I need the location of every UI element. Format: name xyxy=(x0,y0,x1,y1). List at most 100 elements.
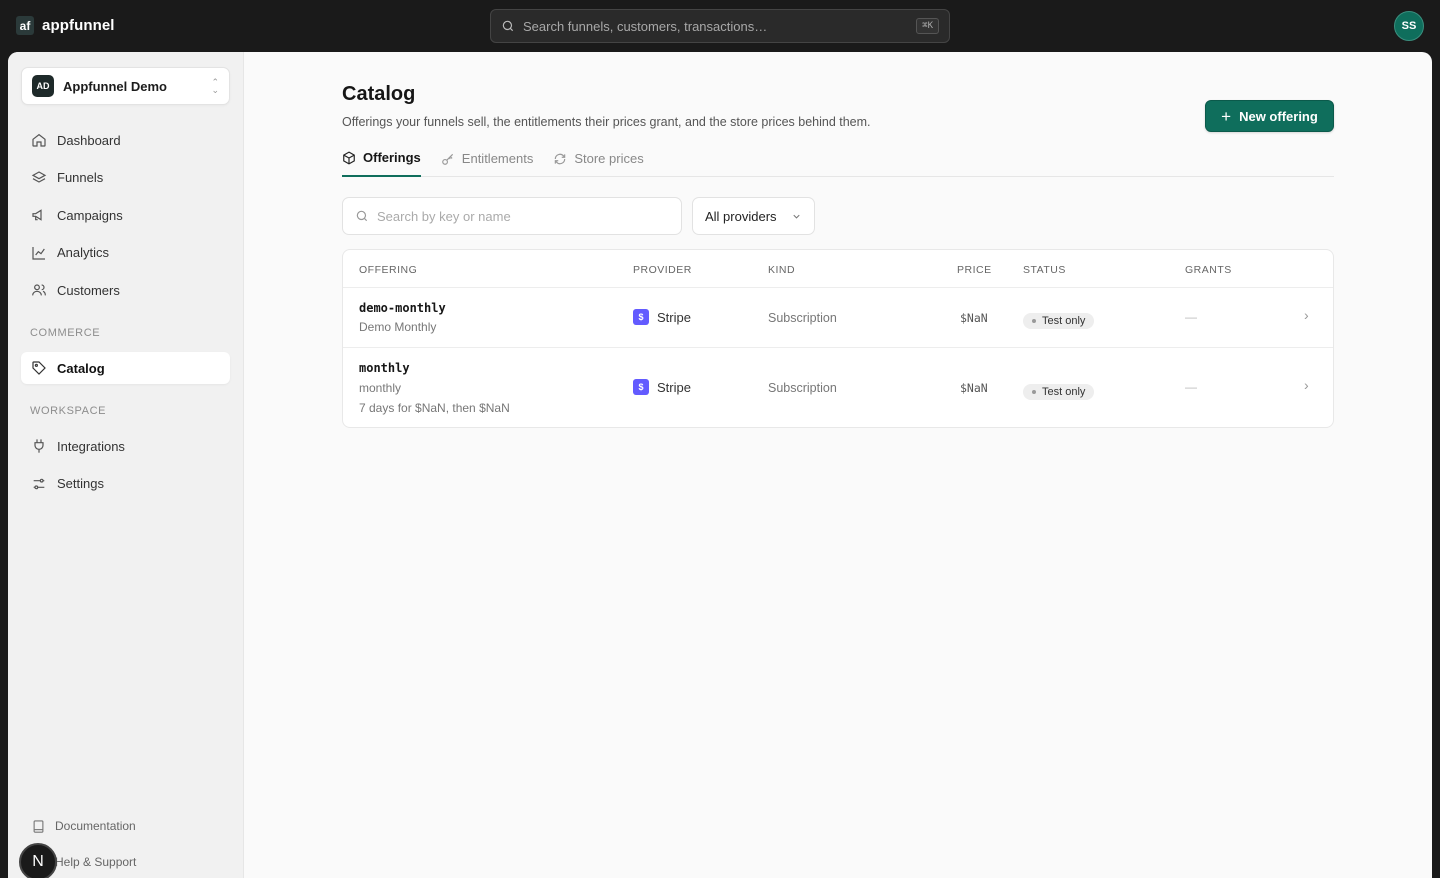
sidebar-item-funnels[interactable]: Funnels xyxy=(21,162,230,194)
commerce-nav: Catalog xyxy=(21,352,230,390)
new-offering-button[interactable]: + New offering xyxy=(1205,100,1334,132)
account-avatar[interactable]: N xyxy=(19,843,57,878)
offering-key: demo-monthly xyxy=(359,301,446,315)
tab-label: Offerings xyxy=(363,150,421,165)
plus-icon: + xyxy=(1221,106,1232,126)
brand-logo[interactable]: af appfunnel xyxy=(16,16,115,35)
price-cell: $NaN xyxy=(960,381,988,395)
global-search-input[interactable]: Search funnels, customers, transactions…… xyxy=(490,9,950,43)
documentation-label: Documentation xyxy=(55,819,136,833)
offering-search-input[interactable]: Search by key or name xyxy=(342,197,682,235)
user-avatar[interactable]: SS xyxy=(1394,11,1424,41)
table-row[interactable]: demo-monthly Demo Monthly $ Stripe Subsc… xyxy=(343,288,1333,348)
provider-filter-select[interactable]: All providers xyxy=(692,197,815,235)
chevron-right-icon[interactable]: › xyxy=(1304,377,1309,393)
brand-name: appfunnel xyxy=(42,17,115,34)
workspace-name: Appfunnel Demo xyxy=(63,78,167,94)
chevron-right-icon[interactable]: › xyxy=(1304,307,1309,323)
status-badge: Test only xyxy=(1023,384,1095,400)
price-cell: $NaN xyxy=(960,311,988,325)
search-icon xyxy=(356,210,368,222)
sidebar: AD Appfunnel Demo ⌃ ⌄ Dashboard Funnels C… xyxy=(8,52,244,878)
sidebar-item-label: Funnels xyxy=(57,170,104,185)
page-title: Catalog xyxy=(342,83,416,105)
column-header: STATUS xyxy=(1023,264,1066,276)
workspace-badge: AD xyxy=(32,75,54,97)
help-support-label: Help & Support xyxy=(55,855,137,869)
provider-filter-value: All providers xyxy=(705,208,777,224)
sidebar-item-label: Analytics xyxy=(57,245,110,260)
status-label: Test only xyxy=(1042,386,1086,398)
chevron-down-icon xyxy=(793,214,800,219)
offering-name: monthly xyxy=(359,381,402,395)
search-placeholder: Search by key or name xyxy=(377,208,511,224)
column-header: OFFERING xyxy=(359,264,418,276)
refresh-icon xyxy=(555,153,566,164)
app-shell: AD Appfunnel Demo ⌃ ⌄ Dashboard Funnels C… xyxy=(8,52,1432,878)
global-search-placeholder: Search funnels, customers, transactions… xyxy=(523,18,768,34)
tag-icon xyxy=(32,361,46,375)
sidebar-item-dashboard[interactable]: Dashboard xyxy=(21,124,230,156)
home-icon xyxy=(32,133,46,147)
documentation-link[interactable]: Documentation xyxy=(21,808,230,844)
main-nav: Dashboard Funnels Campaigns Analytics Cu… xyxy=(21,124,230,312)
tab-entitlements[interactable]: Entitlements xyxy=(441,146,534,177)
key-icon xyxy=(441,153,453,165)
sidebar-item-label: Dashboard xyxy=(57,132,121,148)
sidebar-item-analytics[interactable]: Analytics xyxy=(21,237,230,269)
status-dot-icon xyxy=(1032,319,1036,323)
offering-name: Demo Monthly xyxy=(359,320,437,334)
section-label-commerce: COMMERCE xyxy=(30,327,101,339)
status-dot-icon xyxy=(1032,390,1036,394)
sidebar-item-label: Campaigns xyxy=(57,207,123,223)
layers-icon xyxy=(31,170,47,183)
sidebar-item-label: Catalog xyxy=(57,360,105,376)
sidebar-item-catalog[interactable]: Catalog xyxy=(21,352,230,384)
provider-cell: $ Stripe xyxy=(633,309,691,325)
stripe-icon: $ xyxy=(633,379,649,395)
box-icon xyxy=(343,150,355,165)
megaphone-icon xyxy=(32,209,42,221)
page-subtitle: Offerings your funnels sell, the entitle… xyxy=(342,115,871,129)
offering-key: monthly xyxy=(359,361,410,375)
column-header: KIND xyxy=(768,264,796,276)
tab-label: Entitlements xyxy=(461,151,534,166)
tab-offerings[interactable]: Offerings xyxy=(342,146,421,177)
status-label: Test only xyxy=(1042,315,1086,327)
grants-cell: — xyxy=(1185,310,1197,324)
top-bar: af appfunnel Search funnels, customers, … xyxy=(0,0,1440,52)
workspace-nav: Integrations Settings xyxy=(21,430,230,505)
shortcut-hint: ⌘K xyxy=(916,18,939,34)
kind-cell: Subscription xyxy=(768,381,837,395)
status-cell: Test only xyxy=(1023,310,1095,329)
sidebar-item-label: Integrations xyxy=(57,438,125,454)
tab-store-prices[interactable]: Store prices xyxy=(553,146,644,177)
workspace-switcher[interactable]: AD Appfunnel Demo ⌃ ⌄ xyxy=(21,67,230,105)
chevron-up-down-icon: ⌃ ⌄ xyxy=(211,77,219,95)
plug-icon xyxy=(34,439,44,453)
status-cell: Test only xyxy=(1023,381,1095,400)
tab-label: Store prices xyxy=(574,151,644,166)
offering-trial: 7 days for $NaN, then $NaN xyxy=(359,401,510,415)
sliders-icon xyxy=(33,478,45,489)
search-icon xyxy=(502,20,514,32)
provider-name: Stripe xyxy=(657,379,691,395)
users-icon xyxy=(32,284,46,296)
new-offering-label: New offering xyxy=(1239,108,1318,124)
sidebar-item-integrations[interactable]: Integrations xyxy=(21,430,230,462)
sidebar-item-label: Settings xyxy=(57,476,104,491)
catalog-tabs: Offerings Entitlements Store prices xyxy=(342,146,1334,177)
sidebar-item-customers[interactable]: Customers xyxy=(21,274,230,306)
stripe-icon: $ xyxy=(633,309,649,325)
status-badge: Test only xyxy=(1023,313,1095,329)
grants-cell: — xyxy=(1185,380,1197,394)
column-header: PRICE xyxy=(957,264,992,276)
sidebar-item-settings[interactable]: Settings xyxy=(21,468,230,500)
sidebar-item-campaigns[interactable]: Campaigns xyxy=(21,199,230,231)
table-row[interactable]: monthly monthly 7 days for $NaN, then $N… xyxy=(343,348,1333,427)
sidebar-item-label: Customers xyxy=(57,282,120,298)
column-header: GRANTS xyxy=(1185,264,1232,276)
book-icon xyxy=(33,819,44,833)
provider-cell: $ Stripe xyxy=(633,379,691,395)
table-header: OFFERING PROVIDER KIND PRICE STATUS GRAN… xyxy=(343,250,1333,288)
